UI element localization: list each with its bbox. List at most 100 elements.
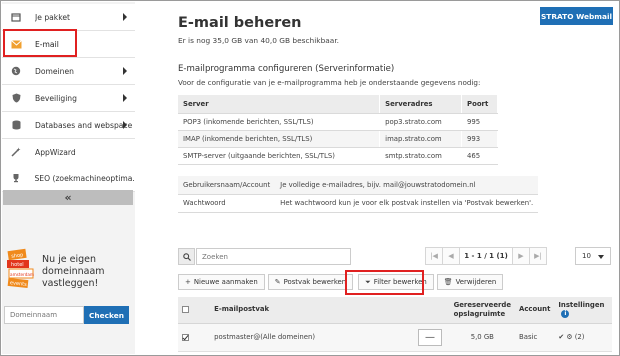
server-info-title: E-mailprogramma configureren (Serverinfo…	[178, 64, 395, 74]
row-select-cell	[178, 323, 211, 352]
port-cell: 995	[461, 113, 498, 131]
sidebar-item-label: Domeinen	[35, 66, 74, 76]
search-icon	[182, 252, 191, 261]
port-cell: 993	[461, 130, 498, 148]
wand-icon	[10, 146, 22, 158]
strato-webmail-button[interactable]: STRATO Webmail	[540, 7, 613, 25]
sidebar-item-label: Beveiliging	[35, 93, 77, 103]
server-info-description: Voor de configuratie van je e-mailprogra…	[178, 78, 481, 87]
select-all-cell	[178, 297, 211, 324]
search-input[interactable]	[196, 248, 351, 265]
search-button[interactable]	[178, 248, 195, 265]
toggle-cell: —	[413, 323, 450, 352]
delete-button[interactable]: 🗑 Verwijderen	[436, 274, 504, 290]
storage-quota-text: Er is nog 35,0 GB van 40,0 GB beschikbaa…	[178, 36, 340, 45]
button-label: Verwijderen	[455, 278, 497, 286]
column-header-serveradres: Serveradres	[379, 95, 463, 114]
promo-tag-events: events	[10, 280, 28, 288]
domain-promo: shop hotel amsterdam events Nu je eigen …	[2, 244, 133, 300]
table-row: Wachtwoord Het wachtwoord kun je voor el…	[178, 194, 539, 213]
column-header-server: Server	[178, 95, 381, 114]
credential-value: Het wachtwoord kun je voor elk postvak i…	[275, 194, 539, 213]
page-info: 1 - 1 / 1 (1)	[459, 247, 513, 265]
table-row: SMTP-server (uitgaande berichten, SSL/TL…	[178, 147, 498, 165]
check-domain-button[interactable]: Checken	[84, 306, 129, 324]
promo-tag-shop: shop	[11, 252, 24, 260]
settings-status[interactable]: ✔ ⚙ (2)	[554, 323, 612, 352]
chevron-right-icon	[123, 67, 127, 75]
envelope-icon	[10, 38, 22, 50]
row-checkbox[interactable]	[182, 333, 189, 341]
edit-filter-button[interactable]: ⏷ Filter bewerken	[358, 274, 434, 290]
per-page-select[interactable]: 10	[575, 247, 611, 265]
column-header-account: Account	[515, 297, 555, 324]
credential-label: Wachtwoord	[178, 194, 276, 213]
select-all-checkbox[interactable]	[182, 305, 189, 313]
column-header-settings: Instellingeni	[554, 297, 612, 324]
credentials-table: Gebruikersnaam/Account Je volledige e-ma…	[178, 176, 539, 213]
chevron-right-icon	[123, 94, 127, 102]
domain-tags-image: shop hotel amsterdam events	[7, 248, 34, 289]
table-row: Gebruikersnaam/Account Je volledige e-ma…	[178, 176, 539, 195]
button-label: Nieuwe aanmaken	[193, 278, 258, 286]
table-row: POP3 (inkomende berichten, SSL/TLS) pop3…	[178, 113, 498, 131]
sidebar-item-e-mail[interactable]: E-mail	[2, 31, 135, 58]
column-header-mailbox: E-mailpostvak	[210, 297, 414, 324]
sidebar-item-beveiliging[interactable]: Beveiliging	[2, 85, 135, 112]
server-info-table: Server Serveradres Poort POP3 (inkomende…	[178, 95, 498, 165]
settings-header-label: Instellingen	[558, 300, 605, 309]
filter-icon: ⏷	[365, 277, 371, 286]
promo-tag-amsterdam: amsterdam	[10, 272, 34, 277]
button-label: Postvak bewerken	[283, 278, 347, 286]
new-mailbox-button[interactable]: + Nieuwe aanmaken	[178, 274, 265, 290]
info-icon[interactable]: i	[561, 309, 570, 318]
address-cell: pop3.strato.com	[379, 113, 463, 131]
chevron-down-icon	[598, 255, 604, 259]
sidebar-item-je-pakket[interactable]: Je pakket	[2, 4, 135, 31]
sidebar-item-label: Je pakket	[35, 12, 70, 22]
chevron-right-icon	[123, 13, 127, 21]
table-row: IMAP (inkomende berichten, SSL/TLS) imap…	[178, 130, 498, 148]
domain-name-input[interactable]	[4, 306, 84, 324]
prev-page-button[interactable]: ◀	[442, 247, 460, 265]
sidebar-collapse-button[interactable]: «	[3, 190, 133, 205]
mailbox-actions: + Nieuwe aanmaken ✎ Postvak bewerken ⏷ F…	[178, 274, 506, 290]
box-icon	[10, 11, 22, 23]
account-type: Basic	[515, 323, 555, 352]
reserved-storage: 5,0 GB	[449, 323, 516, 352]
first-page-button[interactable]: |◀	[425, 247, 443, 265]
server-cell: POP3 (inkomende berichten, SSL/TLS)	[178, 113, 381, 131]
promo-text: Nu je eigen domeinnaam vastleggen!	[42, 254, 105, 289]
mailbox-address: postmaster@(Alle domeinen)	[210, 323, 414, 352]
button-label: Filter bewerken	[373, 278, 427, 286]
database-icon	[10, 119, 22, 131]
server-cell: IMAP (inkomende berichten, SSL/TLS)	[178, 130, 381, 148]
collapse-row-button[interactable]: —	[417, 328, 442, 346]
sidebar-item-label: SEO (zoekmachineoptima...	[34, 173, 135, 183]
sidebar-item-appwizard[interactable]: AppWizard	[2, 139, 135, 166]
sidebar-item-label: E-mail	[35, 39, 59, 49]
per-page-value: 10	[582, 252, 591, 260]
address-cell: imap.strato.com	[379, 130, 463, 148]
pencil-icon: ✎	[274, 278, 281, 286]
sidebar-item-label: Databases and webspace	[35, 120, 133, 130]
mailbox-table: E-mailpostvak Gereserveerde opslagruimte…	[178, 297, 612, 352]
promo-tag-hotel: hotel	[11, 262, 24, 268]
trash-icon: 🗑	[443, 278, 453, 286]
sidebar-item-label: AppWizard	[35, 147, 76, 157]
table-row[interactable]: postmaster@(Alle domeinen) — 5,0 GB Basi…	[178, 323, 612, 352]
last-page-button[interactable]: ▶|	[529, 247, 547, 265]
trophy-icon	[10, 172, 21, 184]
sidebar-item-databases[interactable]: Databases and webspace	[2, 112, 135, 139]
page-title: E-mail beheren	[178, 15, 302, 31]
port-cell: 465	[461, 147, 498, 165]
address-cell: smtp.strato.com	[379, 147, 463, 165]
credential-label: Gebruikersnaam/Account	[178, 176, 276, 195]
column-header-reserved: Gereserveerde opslagruimte	[449, 297, 516, 324]
next-page-button[interactable]: ▶	[512, 247, 530, 265]
sidebar-item-domeinen[interactable]: Domeinen	[2, 58, 135, 85]
sidebar-item-seo[interactable]: SEO (zoekmachineoptima...	[2, 165, 135, 192]
chevron-right-icon	[123, 121, 127, 129]
shield-icon	[10, 92, 22, 104]
edit-mailbox-button[interactable]: ✎ Postvak bewerken	[267, 274, 354, 290]
